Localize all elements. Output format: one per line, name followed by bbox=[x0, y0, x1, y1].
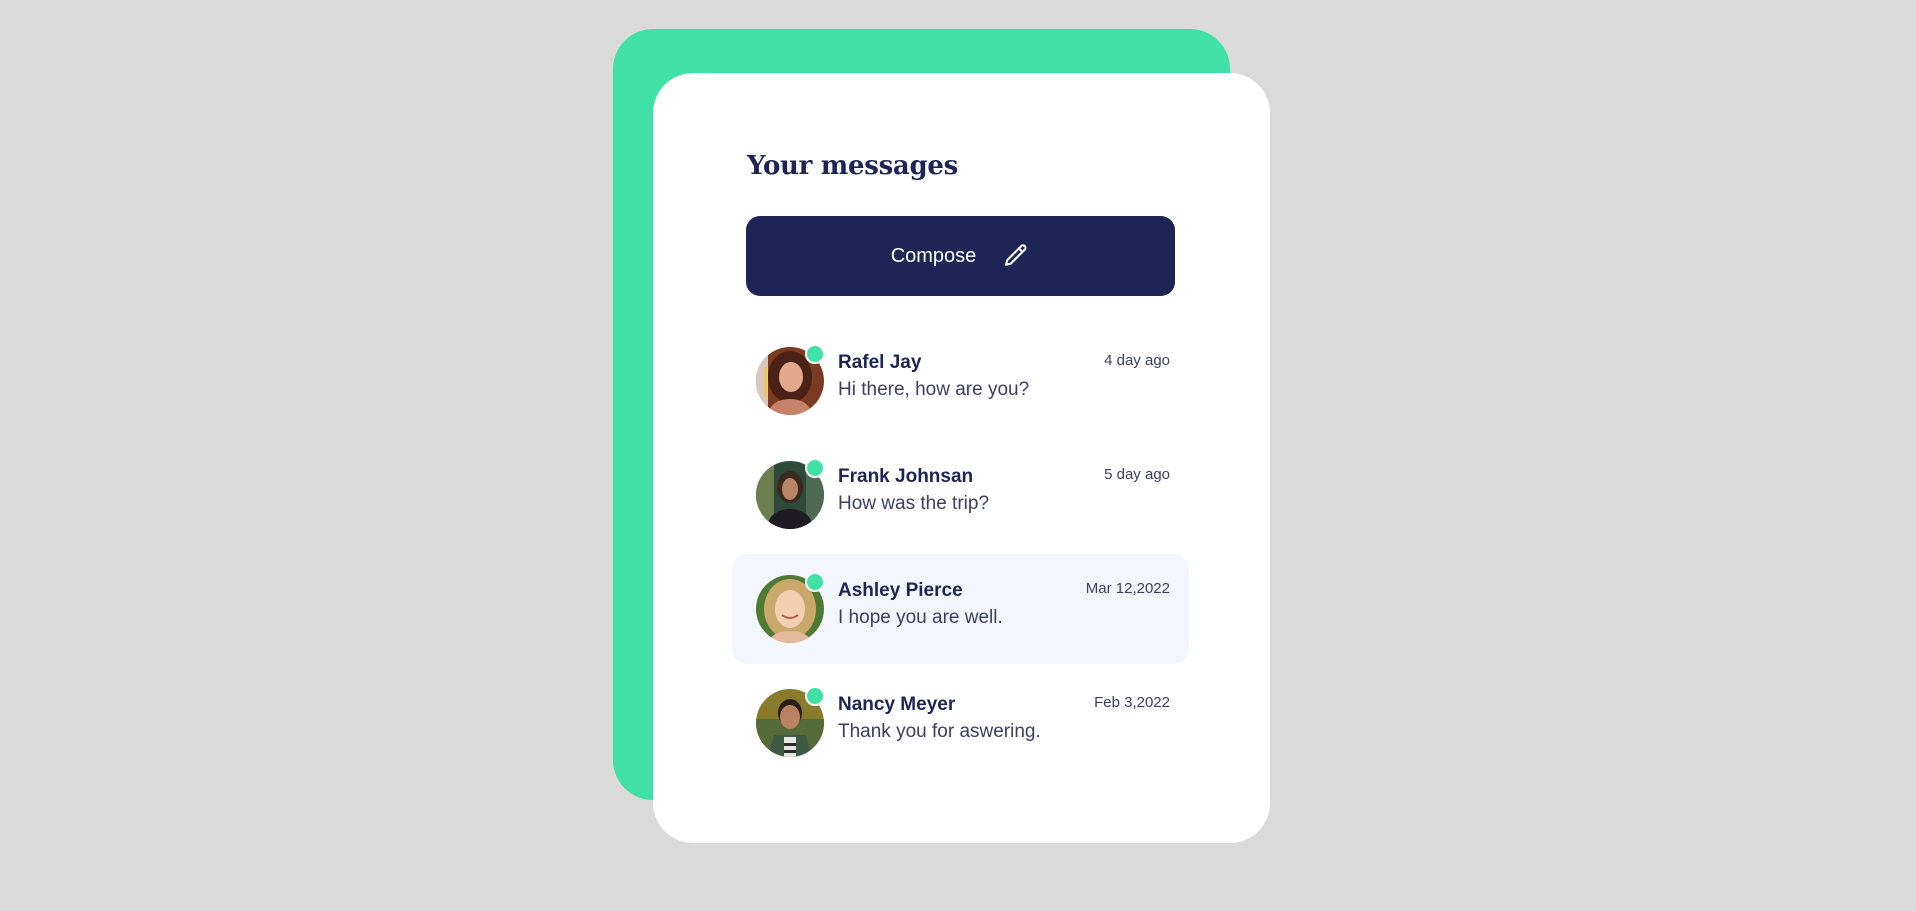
compose-button[interactable]: Compose bbox=[746, 216, 1175, 296]
message-item-rafel-jay[interactable]: Rafel Jay Hi there, how are you? 4 day a… bbox=[732, 326, 1189, 436]
sender-name: Ashley Pierce bbox=[838, 580, 963, 601]
message-preview: Thank you for aswering. bbox=[838, 721, 1041, 742]
message-preview: Hi there, how are you? bbox=[838, 379, 1030, 400]
online-status-dot bbox=[805, 686, 825, 706]
page-title: Your messages bbox=[747, 151, 958, 181]
pencil-icon bbox=[1005, 244, 1027, 266]
message-time: Mar 12,2022 bbox=[1085, 580, 1170, 597]
compose-label: Compose bbox=[890, 244, 977, 267]
sender-name: Nancy Meyer bbox=[838, 694, 956, 715]
message-item-ashley-pierce[interactable]: Ashley Pierce I hope you are well. Mar 1… bbox=[732, 554, 1189, 664]
online-status-dot bbox=[805, 344, 825, 364]
online-status-dot bbox=[805, 458, 825, 478]
sender-name: Rafel Jay bbox=[838, 352, 922, 373]
message-item-nancy-meyer[interactable]: Nancy Meyer Thank you for aswering. Feb … bbox=[732, 668, 1189, 778]
online-status-dot bbox=[805, 572, 825, 592]
message-item-frank-johnsan[interactable]: Frank Johnsan How was the trip? 5 day ag… bbox=[732, 440, 1189, 550]
page: Your messages Compose Rafel Jay Hi there… bbox=[0, 0, 1916, 911]
messages-card: Your messages Compose Rafel Jay Hi there… bbox=[653, 73, 1270, 843]
message-preview: How was the trip? bbox=[838, 493, 990, 514]
message-time: 5 day ago bbox=[1104, 466, 1170, 483]
message-preview: I hope you are well. bbox=[838, 607, 1003, 628]
message-list: Rafel Jay Hi there, how are you? 4 day a… bbox=[732, 326, 1189, 782]
message-time: Feb 3,2022 bbox=[1094, 694, 1170, 711]
message-time: 4 day ago bbox=[1104, 352, 1170, 369]
sender-name: Frank Johnsan bbox=[838, 466, 974, 487]
